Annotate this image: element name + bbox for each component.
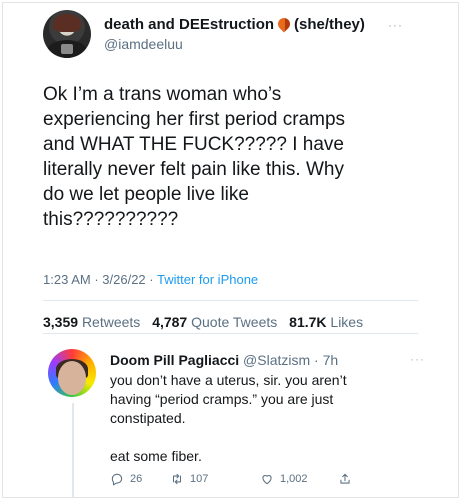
meta-separator: · [149, 272, 157, 287]
more-options-icon[interactable]: ··· [388, 18, 403, 32]
share-action[interactable] [338, 472, 358, 486]
reply-more-options-icon[interactable]: ··· [410, 352, 425, 366]
retweets-stat[interactable]: 3,359 Retweets [43, 314, 140, 330]
likes-stat[interactable]: 81.7K Likes [289, 314, 363, 330]
engagement-stats: 3,359 Retweets 4,787 Quote Tweets 81.7K … [43, 314, 363, 330]
like-count: 1,002 [280, 473, 308, 485]
orange-flame-emoji-icon [275, 15, 293, 33]
likes-label: Likes [330, 314, 364, 330]
quotes-stat[interactable]: 4,787 Quote Tweets [152, 314, 277, 330]
reply-author-row[interactable]: Doom Pill Pagliacci @Slatzism · 7h [110, 352, 338, 368]
reply-action-bar: 26 107 1,002 [110, 472, 370, 490]
quotes-label: Quote Tweets [191, 314, 278, 330]
author-pronouns: (she/they) [294, 16, 365, 33]
tweet-time[interactable]: 1:23 AM [43, 272, 91, 287]
author-handle[interactable]: @iamdeeluu [104, 36, 183, 52]
reply-display-name[interactable]: Doom Pill Pagliacci [110, 352, 239, 368]
reply-handle[interactable]: @Slatzism [243, 352, 310, 368]
author-display-name[interactable]: death and DEEstruction [104, 16, 274, 33]
avatar-shirt-print [61, 44, 73, 54]
reply-tweet[interactable]: Doom Pill Pagliacci @Slatzism · 7h ··· y… [0, 335, 461, 500]
tweet-text: Ok I’m a trans woman who’s experiencing … [43, 84, 346, 230]
quotes-count: 4,787 [152, 314, 188, 330]
heart-icon [262, 475, 272, 485]
thread-line [72, 403, 74, 498]
tweet-date[interactable]: 3/26/22 [102, 272, 145, 287]
avatar-hair [53, 14, 81, 32]
author-avatar[interactable] [43, 10, 91, 58]
retweet-icon [172, 473, 182, 485]
retweets-label: Retweets [81, 314, 141, 330]
tweet-source-link[interactable]: Twitter for iPhone [157, 272, 258, 287]
reply-count: 26 [130, 473, 143, 485]
reply-age[interactable]: 7h [323, 352, 339, 368]
retweet-action[interactable]: 107 [170, 472, 208, 486]
meta-separator: · [310, 352, 323, 368]
divider [43, 300, 418, 301]
avatar-face [58, 361, 86, 395]
reply-action[interactable]: 26 [110, 472, 142, 486]
share-icon [340, 473, 350, 484]
reply-text: you don’t have a uterus, sir. you aren’t… [110, 372, 347, 464]
reply-author-avatar[interactable] [48, 349, 96, 397]
retweets-count: 3,359 [43, 314, 79, 330]
like-action[interactable]: 1,002 [260, 472, 308, 486]
divider [43, 333, 418, 334]
reply-icon [111, 473, 123, 486]
main-tweet: death and DEEstruction (she/they) ··· @ia… [0, 0, 461, 330]
author-name-row[interactable]: death and DEEstruction (she/they) [104, 15, 365, 33]
likes-count: 81.7K [289, 314, 327, 330]
tweet-metadata: 1:23 AM · 3/26/22 · Twitter for iPhone [43, 272, 258, 287]
retweet-count: 107 [190, 473, 209, 485]
